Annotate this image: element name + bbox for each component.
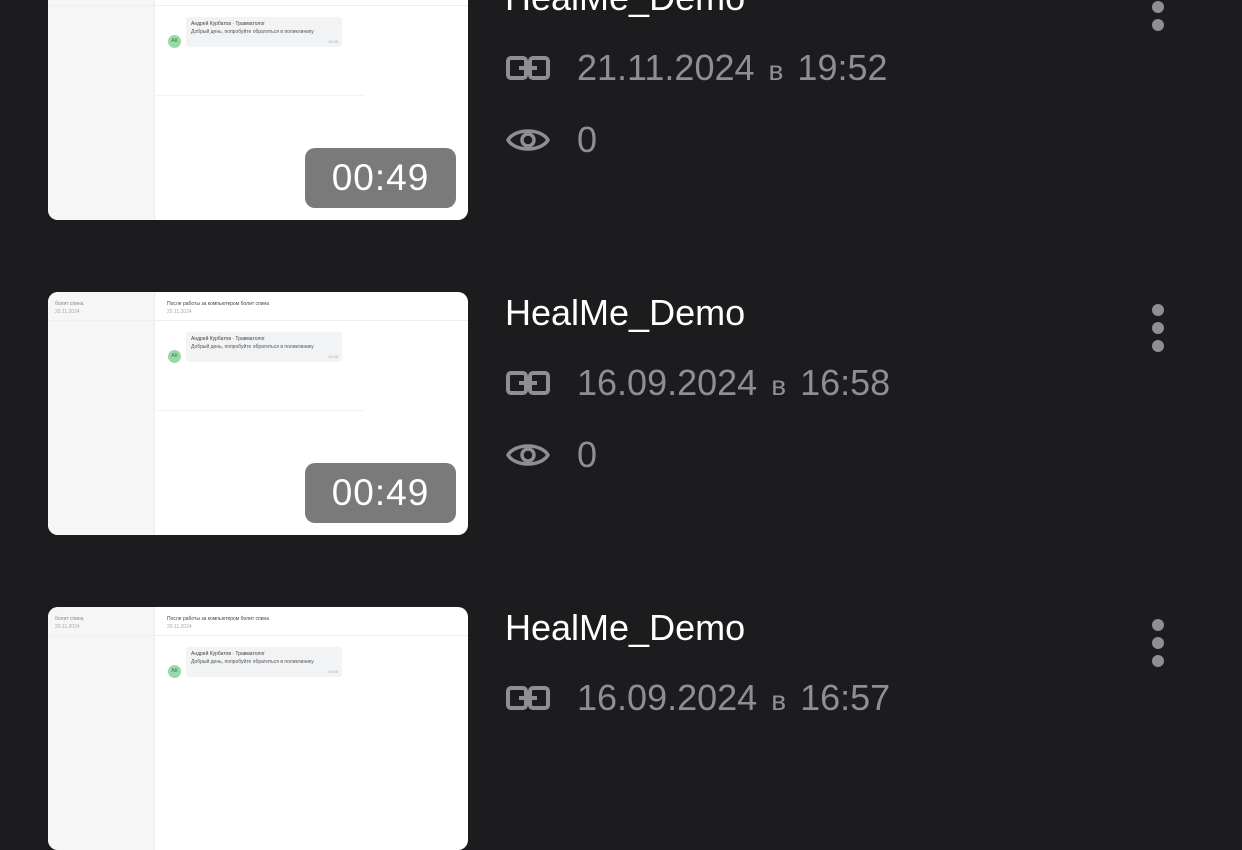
thumb-divider [48,5,468,6]
duration-badge: 00:49 [305,463,456,523]
date-separator: в [768,55,784,86]
recording-time: 19:52 [797,47,888,88]
link-icon[interactable] [505,680,551,716]
views-count: 0 [577,119,598,160]
thumb-composer [154,410,364,411]
views-count: 0 [577,434,598,475]
thumb-avatar: АК [168,665,181,678]
date-separator: в [771,370,787,401]
recording-time: 16:58 [800,362,891,403]
eye-icon [505,444,551,466]
more-vertical-icon[interactable] [1146,619,1170,671]
link-icon[interactable] [505,50,551,86]
recording-date: 16.09.2024 [577,362,758,403]
thumb-divider [48,320,468,321]
recording-title[interactable]: HealMe_Demo [505,292,745,334]
video-thumbnail[interactable]: болит спина 20.11.2024 После работы за к… [48,292,468,535]
recording-title[interactable]: HealMe_Demo [505,607,745,649]
recording-title[interactable]: HealMe_Demo [505,0,745,19]
video-thumbnail[interactable]: болит спина 20.11.2024 После работы за к… [48,607,468,850]
thumb-sidebar [48,292,155,535]
duration-badge: 00:49 [305,148,456,208]
recording-date: 21.11.2024 [577,47,755,88]
more-vertical-icon[interactable] [1146,0,1170,35]
date-separator: в [771,685,787,716]
recording-card[interactable]: Андрей Курбатов · Травматолог Добрый ден… [0,0,1242,220]
thumb-avatar: АК [168,35,181,48]
thumb-sidebar [48,0,155,220]
thumb-message: Андрей Курбатов · Травматолог Добрый ден… [186,332,342,362]
thumb-divider [48,635,468,636]
thumb-message: Андрей Курбатов · Травматолог Добрый ден… [186,17,342,47]
eye-icon [505,129,551,151]
thumb-message: Андрей Курбатов · Травматолог Добрый ден… [186,647,342,677]
recording-card[interactable]: болит спина 20.11.2024 После работы за к… [0,607,1242,850]
more-vertical-icon[interactable] [1146,304,1170,356]
thumb-sidebar [48,607,155,850]
recording-date: 16.09.2024 [577,677,758,718]
recording-card[interactable]: болит спина 20.11.2024 После работы за к… [0,292,1242,535]
thumb-composer [154,95,364,96]
recording-time: 16:57 [800,677,891,718]
video-thumbnail[interactable]: Андрей Курбатов · Травматолог Добрый ден… [48,0,468,220]
thumb-avatar: АК [168,350,181,363]
link-icon[interactable] [505,365,551,401]
